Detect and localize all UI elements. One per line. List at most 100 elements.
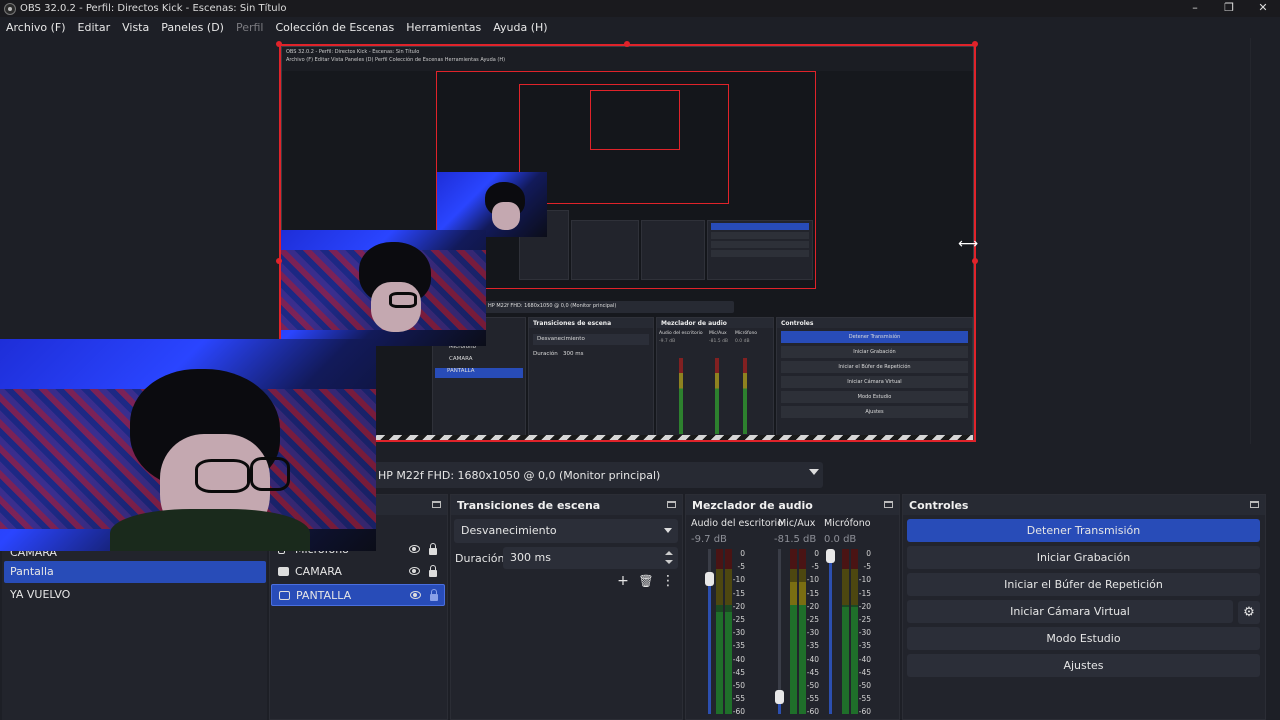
db-scale-tick: -20 xyxy=(732,601,745,611)
db-scale-tick: 0 xyxy=(814,549,819,558)
eye-icon[interactable] xyxy=(409,545,420,553)
resize-handle-top-left[interactable] xyxy=(276,41,282,47)
nested-meter-2 xyxy=(715,358,719,434)
nested-webcam-2 xyxy=(437,172,547,237)
float-dock-icon[interactable] xyxy=(884,501,893,508)
volume-fader-knob[interactable] xyxy=(705,572,714,586)
nested-mini-rec xyxy=(711,232,809,239)
eye-icon[interactable] xyxy=(409,567,420,575)
menu-bar: Archivo (F) Editar Vista Paneles (D) Per… xyxy=(0,17,1280,38)
nested-duration-label: Duración xyxy=(533,351,558,357)
nested-mini-replay xyxy=(711,241,809,248)
resize-handle-left[interactable] xyxy=(276,258,282,264)
nested-mixer-db-mic-aux: -81.5 dB xyxy=(709,339,729,344)
eye-icon[interactable] xyxy=(410,591,421,599)
volume-fader-knob[interactable] xyxy=(826,549,835,563)
menu-ayuda[interactable]: Ayuda (H) xyxy=(493,21,547,34)
webcam-glasses-2 xyxy=(250,457,290,491)
lock-icon[interactable] xyxy=(429,543,437,555)
mixer-channel-mic-label: Micrófono xyxy=(824,518,871,529)
nested-control-vcam: Iniciar Cámara Virtual xyxy=(781,376,968,388)
db-scale-tick: 0 xyxy=(866,549,871,558)
resize-handle-top-right[interactable] xyxy=(972,41,978,47)
spin-down-icon[interactable] xyxy=(665,560,673,564)
menu-perfil[interactable]: Perfil xyxy=(236,21,264,34)
nested-source-pantalla: PANTALLA xyxy=(435,368,523,378)
start-virtual-camera-button[interactable]: Iniciar Cámara Virtual xyxy=(907,600,1233,623)
db-scale-tick: -40 xyxy=(858,654,871,664)
db-scale-tick: -60 xyxy=(732,707,745,717)
start-replay-buffer-button[interactable]: Iniciar el Búfer de Repetición xyxy=(907,573,1260,596)
start-recording-button[interactable]: Iniciar Grabación xyxy=(907,546,1260,569)
db-scale-tick: -50 xyxy=(858,681,871,691)
menu-herramientas[interactable]: Herramientas xyxy=(406,21,481,34)
virtual-camera-settings-gear-icon[interactable]: ⚙ xyxy=(1238,601,1260,624)
nested-source-bar: HP M22f FHD: 1680x1050 @ 0,0 (Monitor pr… xyxy=(484,301,734,313)
db-scale-tick: -20 xyxy=(858,601,871,611)
menu-editar[interactable]: Editar xyxy=(78,21,111,34)
level-meter xyxy=(842,607,849,714)
source-item-camara[interactable]: CAMARA xyxy=(271,561,445,583)
menu-coleccion-escenas[interactable]: Colección de Escenas xyxy=(276,21,395,34)
nested-warning-stripe xyxy=(282,435,973,440)
nested-control-stop: Detener Transmisión xyxy=(781,331,968,343)
db-scale-tick: -60 xyxy=(806,707,819,717)
db-scale: 0 -5 -10 -15 -20 -25 -30 -35 -40 -45 -50 -55 -60 xyxy=(853,547,871,719)
maximize-button[interactable]: ❐ xyxy=(1212,0,1246,17)
nested-mini-vcam xyxy=(711,250,809,257)
mixer-title: Mezclador de audio xyxy=(686,495,899,515)
mixer-desktop-db: -9.7 dB xyxy=(691,534,727,545)
source-item-pantalla[interactable]: PANTALLA xyxy=(271,584,445,606)
scene-item-pantalla[interactable]: Pantalla xyxy=(4,561,266,583)
close-button[interactable]: ✕ xyxy=(1246,0,1280,17)
lock-icon[interactable] xyxy=(429,565,437,577)
preview-scrollbar[interactable] xyxy=(1250,38,1280,444)
volume-fader-fill xyxy=(829,549,832,714)
db-scale-tick: -35 xyxy=(732,641,745,651)
obs-logo-icon xyxy=(4,2,16,15)
float-dock-icon[interactable] xyxy=(667,501,676,508)
resize-handle-top[interactable] xyxy=(624,41,630,47)
menu-paneles[interactable]: Paneles (D) xyxy=(161,21,224,34)
transition-menu-button[interactable]: ⋮ xyxy=(659,572,677,590)
nested-duration-row: Duración 300 ms xyxy=(529,351,653,357)
title-bar: OBS 32.0.2 - Perfil: Directos Kick - Esc… xyxy=(0,0,1280,17)
add-transition-button[interactable]: + xyxy=(614,572,632,590)
nested-transitions-panel: Transiciones de escena Desvanecimiento D… xyxy=(528,317,654,437)
nested-controls-mini xyxy=(707,220,813,280)
menu-archivo[interactable]: Archivo (F) xyxy=(6,21,66,34)
volume-fader-knob[interactable] xyxy=(775,690,784,704)
db-scale-tick: -35 xyxy=(806,641,819,651)
db-scale-tick: -5 xyxy=(737,562,745,572)
source-name-pantalla: PANTALLA xyxy=(296,589,352,602)
menu-vista[interactable]: Vista xyxy=(122,21,149,34)
resize-handle-right[interactable] xyxy=(972,258,978,264)
minimize-button[interactable]: – xyxy=(1178,0,1212,17)
float-dock-icon[interactable] xyxy=(432,501,441,508)
transitions-title-text: Transiciones de escena xyxy=(457,498,601,512)
nested-recursive-preview-2 xyxy=(519,84,729,204)
resize-cursor-icon: ⟷ xyxy=(958,236,979,252)
scene-item-ya-vuelvo[interactable]: YA VUELVO xyxy=(4,584,266,606)
duration-spinbox[interactable]: 300 ms xyxy=(503,547,678,569)
db-scale-tick: -5 xyxy=(863,562,871,572)
stop-streaming-button[interactable]: Detener Transmisión xyxy=(907,519,1260,542)
mixer-channel-desktop-label: Audio del escritorio xyxy=(691,518,784,529)
nested-transition-select: Desvanecimiento xyxy=(533,334,649,345)
db-scale-tick: 0 xyxy=(740,549,745,558)
settings-button[interactable]: Ajustes xyxy=(907,654,1260,677)
lock-icon[interactable] xyxy=(430,589,438,601)
webcam-overlay xyxy=(0,339,376,551)
webcam-shirt xyxy=(110,509,310,551)
db-scale-tick: -45 xyxy=(858,667,871,677)
controls-title-text: Controles xyxy=(909,498,969,512)
screen-capture-source[interactable]: OBS 32.0.2 - Perfil: Directos Kick - Esc… xyxy=(279,44,976,442)
spin-up-icon[interactable] xyxy=(665,551,673,555)
float-dock-icon[interactable] xyxy=(1250,501,1259,508)
chevron-down-icon[interactable] xyxy=(809,469,819,475)
remove-transition-button[interactable]: 🗑 xyxy=(637,572,655,590)
db-scale-tick: -60 xyxy=(858,707,871,717)
db-scale-tick: -55 xyxy=(858,694,871,704)
studio-mode-button[interactable]: Modo Estudio xyxy=(907,627,1260,650)
transition-select[interactable]: Desvanecimiento xyxy=(454,519,678,543)
